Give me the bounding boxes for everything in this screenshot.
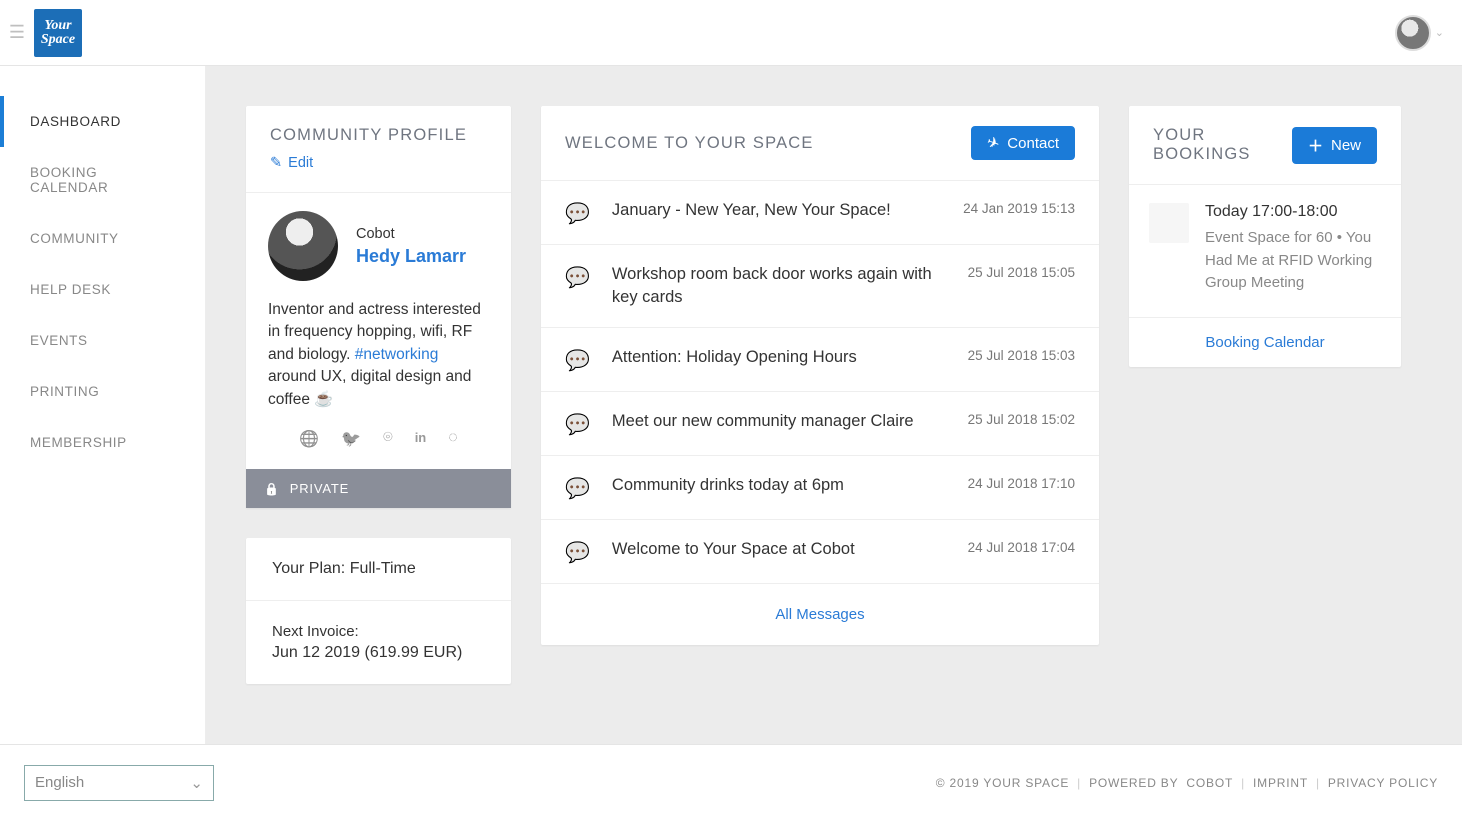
message-date: 24 Jul 2018 17:10 (968, 476, 1075, 491)
footer-privacy-link[interactable]: PRIVACY POLICY (1328, 776, 1438, 790)
sidebar-item-membership[interactable]: MEMBERSHIP (0, 417, 205, 468)
community-profile-title: COMMUNITY PROFILE (270, 126, 487, 145)
chat-icon (565, 348, 590, 373)
chat-icon (565, 540, 590, 565)
message-date: 25 Jul 2018 15:05 (968, 265, 1075, 280)
separator-icon: | (1316, 776, 1320, 790)
separator-icon: | (1241, 776, 1245, 790)
all-messages-link[interactable]: All Messages (541, 583, 1099, 645)
bio-hashtag-link[interactable]: #networking (355, 346, 439, 363)
chat-icon (565, 412, 590, 437)
bookings-card: YOUR BOOKINGS New Today 17:00-18:00 Even… (1129, 106, 1401, 367)
profile-org: Cobot (356, 226, 466, 242)
message-title: Attention: Holiday Opening Hours (612, 346, 946, 369)
message-date: 25 Jul 2018 15:02 (968, 412, 1075, 427)
message-date: 25 Jul 2018 15:03 (968, 348, 1075, 363)
next-invoice-label: Next Invoice: (272, 623, 485, 640)
sidebar-nav: DASHBOARD BOOKING CALENDAR COMMUNITY HEL… (0, 66, 206, 744)
logo-line-2: Space (41, 33, 75, 47)
separator-icon: | (1077, 776, 1081, 790)
message-item[interactable]: Meet our new community manager Claire 25… (541, 391, 1099, 455)
plan-row: Your Plan: Full-Time (246, 538, 511, 600)
booking-calendar-link[interactable]: Booking Calendar (1129, 317, 1401, 367)
invoice-row: Next Invoice: Jun 12 2019 (619.99 EUR) (246, 600, 511, 684)
coffee-icon (314, 391, 333, 408)
new-booking-button[interactable]: New (1292, 127, 1377, 164)
booking-time: Today 17:00-18:00 (1205, 203, 1381, 221)
booking-thumbnail (1149, 203, 1189, 243)
footer-copyright: © 2019 YOUR SPACE (936, 776, 1069, 790)
chevron-down-icon (190, 774, 203, 792)
instagram-icon[interactable] (383, 429, 393, 449)
booking-description: Event Space for 60 • You Had Me at RFID … (1205, 227, 1381, 295)
topbar: ☰ Your Space ⌄ (0, 0, 1462, 66)
sidebar-item-community[interactable]: COMMUNITY (0, 213, 205, 264)
chat-icon (565, 265, 590, 290)
sidebar-item-booking-calendar[interactable]: BOOKING CALENDAR (0, 147, 205, 213)
new-booking-label: New (1331, 137, 1361, 154)
sidebar-item-printing[interactable]: PRINTING (0, 366, 205, 417)
welcome-title: WELCOME TO YOUR SPACE (565, 134, 814, 153)
edit-profile-link[interactable]: Edit (270, 155, 313, 171)
private-label: PRIVATE (290, 481, 349, 496)
message-title: Community drinks today at 6pm (612, 474, 946, 497)
website-icon[interactable] (299, 429, 319, 449)
contact-button-label: Contact (1007, 135, 1059, 152)
message-date: 24 Jul 2018 17:04 (968, 540, 1075, 555)
message-title: Workshop room back door works again with… (612, 263, 946, 309)
private-section-header[interactable]: PRIVATE (246, 469, 511, 508)
message-title: Meet our new community manager Claire (612, 410, 946, 433)
footer-powered-link[interactable]: COBOT (1186, 776, 1233, 790)
sidebar-item-events[interactable]: EVENTS (0, 315, 205, 366)
welcome-card: WELCOME TO YOUR SPACE Contact January - … (541, 106, 1099, 645)
brand-logo[interactable]: Your Space (34, 9, 82, 57)
message-list: January - New Year, New Your Space! 24 J… (541, 180, 1099, 583)
contact-button[interactable]: Contact (971, 126, 1075, 160)
message-title: January - New Year, New Your Space! (612, 199, 941, 222)
message-item[interactable]: Welcome to Your Space at Cobot 24 Jul 20… (541, 519, 1099, 583)
plus-icon (1308, 135, 1323, 156)
footer-imprint-link[interactable]: IMPRINT (1253, 776, 1308, 790)
hamburger-menu-icon[interactable]: ☰ (0, 22, 34, 43)
profile-picture (268, 211, 338, 281)
pencil-icon (270, 155, 282, 171)
twitter-icon[interactable] (341, 429, 361, 449)
chat-icon (565, 201, 590, 226)
language-select[interactable]: English (24, 765, 214, 801)
footer-powered-pre: POWERED BY (1089, 776, 1178, 790)
your-plan-label: Your Plan: (272, 560, 345, 577)
message-title: Welcome to Your Space at Cobot (612, 538, 946, 561)
chat-icon (565, 476, 590, 501)
profile-bio: Inventor and actress interested in frequ… (268, 299, 489, 411)
chevron-down-icon: ⌄ (1435, 26, 1444, 39)
logo-line-1: Your (41, 19, 75, 33)
bio-text-post: around UX, digital design and coffee (268, 368, 471, 407)
community-profile-card: COMMUNITY PROFILE Edit Cobot Hedy Lamarr… (246, 106, 511, 508)
message-item[interactable]: January - New Year, New Your Space! 24 J… (541, 180, 1099, 244)
workspace: COMMUNITY PROFILE Edit Cobot Hedy Lamarr… (206, 66, 1462, 744)
message-item[interactable]: Workshop room back door works again with… (541, 244, 1099, 327)
footer: English © 2019 YOUR SPACE | POWERED BY C… (0, 744, 1462, 820)
next-invoice-value: Jun 12 2019 (619.99 EUR) (272, 644, 485, 662)
language-value: English (35, 774, 84, 791)
message-item[interactable]: Attention: Holiday Opening Hours 25 Jul … (541, 327, 1099, 391)
your-plan-value: Full-Time (350, 560, 416, 577)
plan-card: Your Plan: Full-Time Next Invoice: Jun 1… (246, 538, 511, 684)
lock-icon (264, 481, 280, 496)
booking-item[interactable]: Today 17:00-18:00 Event Space for 60 • Y… (1129, 184, 1401, 317)
account-menu[interactable]: ⌄ (1395, 15, 1444, 51)
profile-name-link[interactable]: Hedy Lamarr (356, 246, 466, 266)
paper-plane-icon (987, 134, 1000, 152)
bookings-title: YOUR BOOKINGS (1153, 126, 1292, 164)
user-avatar-icon (1395, 15, 1431, 51)
linkedin-icon[interactable] (415, 429, 427, 449)
sidebar-item-help-desk[interactable]: HELP DESK (0, 264, 205, 315)
social-links (268, 429, 489, 449)
sidebar-item-dashboard[interactable]: DASHBOARD (0, 96, 205, 147)
github-icon[interactable] (448, 429, 458, 449)
edit-profile-label: Edit (288, 155, 313, 171)
message-date: 24 Jan 2019 15:13 (963, 201, 1075, 216)
message-item[interactable]: Community drinks today at 6pm 24 Jul 201… (541, 455, 1099, 519)
